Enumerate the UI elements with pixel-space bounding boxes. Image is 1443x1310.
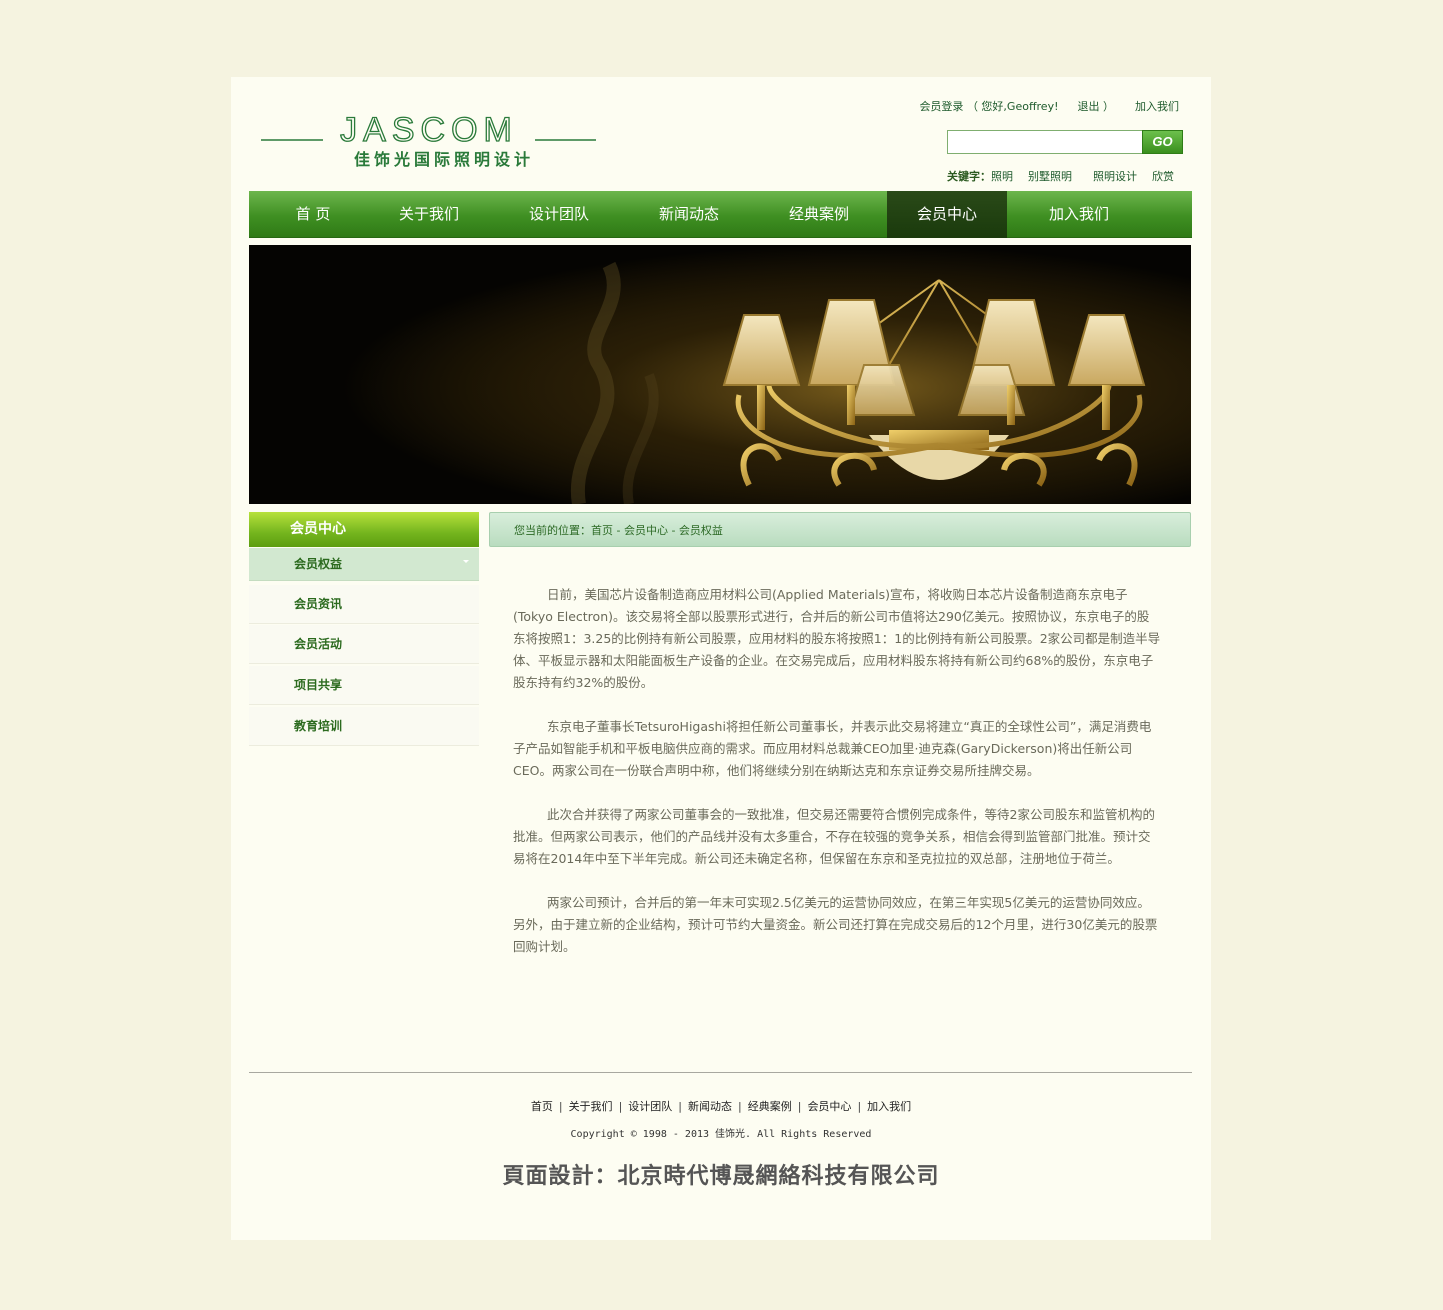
logo-wordmark-text: JASCOM xyxy=(340,113,518,147)
keyword-link[interactable]: 照明 xyxy=(991,168,1013,184)
nav-item-team[interactable]: 设计团队 xyxy=(499,191,619,238)
footer-separator: | xyxy=(558,1100,563,1113)
footer-link-join[interactable]: 加入我们 xyxy=(867,1098,911,1114)
greeting-text: （ 您好,Geoffrey! xyxy=(966,100,1059,113)
footer-links: 首页 | 关于我们 | 设计团队 | 新闻动态 | 经典案例 | 会员中心 | 加入我们 xyxy=(231,1098,1211,1114)
copyright-text: Copyright © 1998 - 2013 佳饰光. All Rights … xyxy=(570,1129,872,1140)
nav-item-home[interactable]: 首 页 xyxy=(249,191,377,238)
footer-link-home[interactable]: 首页 xyxy=(531,1098,553,1114)
keywords-label: 关键字： xyxy=(947,170,991,183)
logo-wordmark: JASCOM xyxy=(261,113,596,147)
footer-separator: | xyxy=(738,1100,742,1113)
main-nav: 首 页 关于我们 设计团队 新闻动态 经典案例 会员中心 加入我们 xyxy=(249,191,1192,238)
top-links: 会员登录 （ 您好,Geoffrey! 退出 ） 加入我们 xyxy=(919,98,1179,114)
sidebar-item-label: 会员活动 xyxy=(294,637,343,651)
nav-item-member[interactable]: 会员中心 xyxy=(887,191,1007,238)
article-paragraph: 两家公司预计，合并后的第一年末可实现2.5亿美元的运营协同效应，在第三年实现5亿… xyxy=(513,895,1158,954)
sidebar-item-member-rights[interactable]: 会员权益 xyxy=(249,548,479,581)
footer-link-about[interactable]: 关于我们 xyxy=(569,1098,613,1114)
article-body: 日前，美国芯片设备制造商应用材料公司(Applied Materials)宣布，… xyxy=(513,584,1161,980)
search-input[interactable] xyxy=(947,130,1143,154)
sidebar-item-label: 会员权益 xyxy=(294,557,343,571)
sidebar-item-project-share[interactable]: 项目共享 xyxy=(249,666,479,705)
footer-link-cases[interactable]: 经典案例 xyxy=(748,1098,792,1114)
keywords-row: 关键字：照明 别墅照明 照明设计 欣赏 xyxy=(947,168,1174,184)
footer-separator: | xyxy=(797,1100,802,1113)
caret-down-icon xyxy=(463,560,469,563)
nav-item-news[interactable]: 新闻动态 xyxy=(629,191,749,238)
footer-separator: | xyxy=(857,1100,862,1113)
footer-link-member[interactable]: 会员中心 xyxy=(807,1098,851,1114)
keyword-link[interactable]: 别墅照明 xyxy=(1028,168,1072,184)
sidebar-item-member-events[interactable]: 会员活动 xyxy=(249,625,479,664)
footer-separator: | xyxy=(678,1100,682,1113)
sidebar-item-label: 项目共享 xyxy=(294,678,343,692)
member-login-link[interactable]: 会员登录 xyxy=(919,98,963,114)
search-go-button[interactable]: GO xyxy=(1142,130,1183,154)
logo-subtitle: 佳饰光国际照明设计 xyxy=(354,150,535,169)
nav-item-about[interactable]: 关于我们 xyxy=(369,191,489,238)
article-paragraph: 日前，美国芯片设备制造商应用材料公司(Applied Materials)宣布，… xyxy=(513,587,1161,690)
sidebar-item-label: 会员资讯 xyxy=(294,597,343,611)
page-container: JASCOM 佳饰光国际照明设计 会员登录 （ 您好,Geoffrey! 退出 … xyxy=(231,77,1211,1240)
footer-divider xyxy=(249,1072,1192,1073)
footer-link-team[interactable]: 设计团队 xyxy=(628,1098,672,1114)
logo[interactable]: JASCOM 佳饰光国际照明设计 xyxy=(261,113,596,173)
breadcrumb: 您当前的位置：首页 - 会员中心 - 会员权益 xyxy=(489,512,1191,547)
footer-separator: | xyxy=(618,1100,623,1113)
nav-item-cases[interactable]: 经典案例 xyxy=(759,191,879,238)
article-paragraph: 此次合并获得了两家公司董事会的一致批准，但交易还需要符合惯例完成条件，等待2家公… xyxy=(513,807,1155,866)
chandelier-image xyxy=(249,245,1191,504)
sidebar-title: 会员中心 xyxy=(249,512,479,547)
sidebar-item-member-news[interactable]: 会员资讯 xyxy=(249,585,479,624)
keyword-link[interactable]: 欣赏 xyxy=(1152,168,1174,184)
nav-item-join[interactable]: 加入我们 xyxy=(1019,191,1139,238)
article-paragraph: 东京电子董事长TetsuroHigashi将担任新公司董事长，并表示此交易将建立… xyxy=(513,719,1152,778)
join-us-link[interactable]: 加入我们 xyxy=(1135,98,1179,114)
footer-link-news[interactable]: 新闻动态 xyxy=(688,1098,732,1114)
sidebar-item-label: 教育培训 xyxy=(294,719,343,733)
keyword-link[interactable]: 照明设计 xyxy=(1093,168,1137,184)
designer-credit: 頁面設計：北京時代博晟網絡科技有限公司 xyxy=(502,1164,940,1189)
logout-link[interactable]: 退出 ） xyxy=(1078,98,1115,114)
sidebar-item-training[interactable]: 教育培训 xyxy=(249,707,479,746)
banner-image xyxy=(249,245,1191,504)
